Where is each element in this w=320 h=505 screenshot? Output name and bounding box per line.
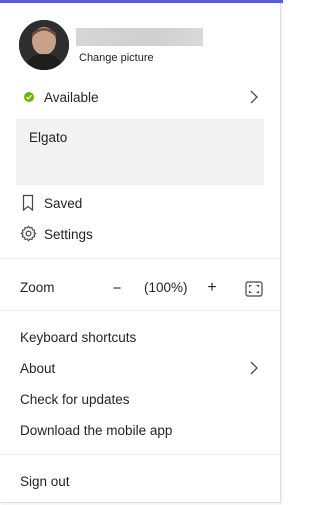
zoom-in-button[interactable]: + xyxy=(202,278,222,298)
chevron-right-icon xyxy=(250,361,258,375)
divider xyxy=(0,454,280,455)
available-status-icon xyxy=(24,92,34,102)
profile-menu: Change picture Available Elgato Saved Se… xyxy=(0,3,281,503)
check-for-updates-label: Check for updates xyxy=(20,391,130,407)
sign-out-menu-item[interactable]: Sign out xyxy=(0,466,280,496)
check-for-updates-menu-item[interactable]: Check for updates xyxy=(0,384,280,414)
saved-menu-item[interactable]: Saved xyxy=(0,188,280,218)
settings-menu-item[interactable]: Settings xyxy=(0,219,280,249)
zoom-out-button[interactable]: − xyxy=(107,278,127,298)
status-selector[interactable]: Available xyxy=(0,82,280,112)
plus-icon: + xyxy=(207,279,217,296)
settings-label: Settings xyxy=(44,226,93,242)
zoom-level: (100%) xyxy=(144,280,188,295)
status-message-text: Elgato xyxy=(29,130,68,145)
zoom-label: Zoom xyxy=(20,280,55,295)
download-mobile-app-label: Download the mobile app xyxy=(20,422,173,438)
fit-to-window-button[interactable] xyxy=(244,279,264,299)
sign-out-label: Sign out xyxy=(20,473,70,489)
about-menu-item[interactable]: About xyxy=(0,353,280,383)
zoom-control: Zoom − (100%) + xyxy=(0,273,280,303)
fit-to-window-icon xyxy=(245,281,263,297)
avatar[interactable] xyxy=(19,20,69,70)
status-message-box[interactable]: Elgato xyxy=(16,119,264,185)
gear-icon xyxy=(20,225,37,242)
bookmark-icon xyxy=(22,194,34,212)
keyboard-shortcuts-label: Keyboard shortcuts xyxy=(20,329,137,345)
change-picture-link[interactable]: Change picture xyxy=(79,51,154,65)
status-label: Available xyxy=(44,89,99,105)
minus-icon: − xyxy=(112,279,122,297)
saved-label: Saved xyxy=(44,195,83,211)
user-name-redacted xyxy=(76,28,203,46)
about-label: About xyxy=(20,360,56,376)
download-mobile-app-menu-item[interactable]: Download the mobile app xyxy=(0,415,280,445)
divider xyxy=(0,310,280,311)
chevron-right-icon xyxy=(250,90,258,104)
divider xyxy=(0,258,280,259)
keyboard-shortcuts-menu-item[interactable]: Keyboard shortcuts xyxy=(0,322,280,352)
